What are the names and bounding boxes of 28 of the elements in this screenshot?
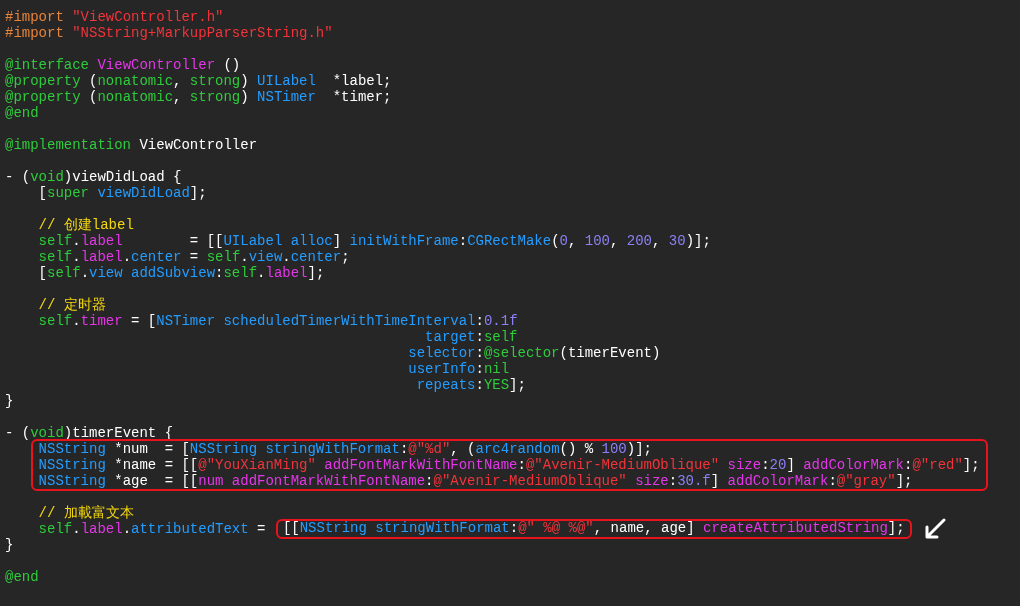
code-line: @end bbox=[5, 105, 39, 121]
code-line: @property (nonatomic, strong) UILabel *label; bbox=[5, 73, 392, 89]
code-line: target:self bbox=[424, 329, 518, 345]
code-line: } bbox=[5, 393, 14, 409]
code-line: } bbox=[5, 537, 14, 553]
code-line: @end bbox=[5, 569, 39, 585]
code-line: repeats:YES]; bbox=[415, 377, 526, 393]
code-line: self.label = [[UILabel alloc] initWithFrame:CGRectMake(0, 100, 200, 30)]; bbox=[37, 233, 711, 249]
code-line: NSString *name = [[@"YouXianMing" addFontMarkWithFontName:@"Avenir-MediumOblique" size:20] addColorMark:@"red"]; bbox=[37, 457, 980, 473]
code-comment: // 加載富文本 bbox=[37, 505, 134, 521]
code-line: [self.view addSubview:self.label]; bbox=[37, 265, 325, 281]
code-line: self.timer = [NSTimer scheduledTimerWithTimeInterval:0.1f bbox=[37, 313, 518, 329]
code-line: userInfo:nil bbox=[407, 361, 510, 377]
code-line: - (void)viewDidLoad { bbox=[5, 169, 182, 185]
code-line: @interface ViewController () bbox=[5, 57, 241, 73]
code-line: NSString *age = [[num addFontMarkWithFontName:@"Avenir-MediumOblique" size:30.f] addColorMark:@"gray"]; bbox=[37, 473, 913, 489]
highlighted-code: [[NSString stringWithFormat:@" %@ %@", name, age] createAttributedString]; bbox=[275, 519, 912, 539]
code-line: selector:@selector(timerEvent) bbox=[407, 345, 661, 361]
code-comment: // 定时器 bbox=[37, 297, 106, 313]
code-line: [super viewDidLoad]; bbox=[37, 185, 207, 201]
code-line: NSString *num = [NSString stringWithFormat:@"%d", (arc4random() % 100)]; bbox=[37, 441, 652, 457]
code-line: @property (nonatomic, strong) NSTimer *timer; bbox=[5, 89, 392, 105]
code-line: #import "ViewController.h" bbox=[5, 9, 224, 25]
code-comment: // 创建label bbox=[37, 217, 134, 233]
code-line: @implementation ViewController bbox=[5, 137, 258, 153]
code-line: self.label.attributedText = bbox=[37, 521, 267, 537]
code-line: #import "NSString+MarkupParserString.h" bbox=[5, 25, 333, 41]
code-line: self.label.center = self.view.center; bbox=[37, 249, 350, 265]
